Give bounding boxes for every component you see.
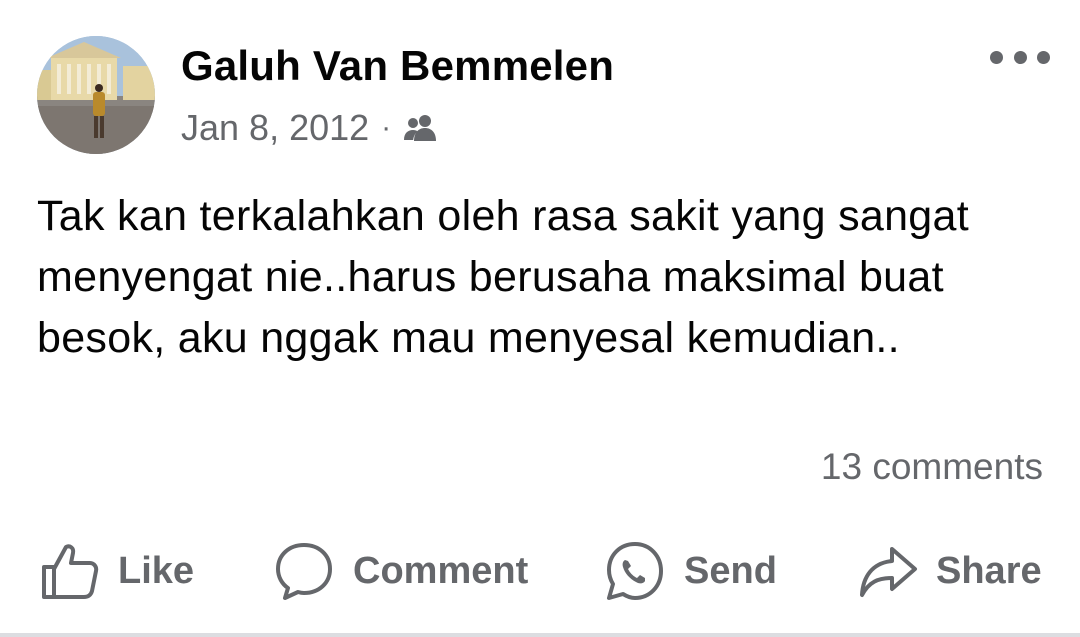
meta-separator: · — [381, 111, 392, 144]
send-label: Send — [684, 549, 777, 592]
action-bar: Like Comment Send Share — [0, 534, 1080, 608]
more-dot — [990, 50, 1003, 64]
like-button[interactable]: Like — [40, 534, 194, 608]
avatar[interactable] — [37, 36, 155, 154]
more-options-icon[interactable] — [990, 46, 1050, 68]
comments-count[interactable]: 13 comments — [821, 446, 1043, 488]
post-meta: Jan 8, 2012 · — [181, 106, 439, 150]
more-dot — [1037, 50, 1050, 64]
more-dot — [1013, 50, 1027, 64]
post-card: Galuh Van Bemmelen Jan 8, 2012 · Tak kan… — [0, 0, 1080, 637]
post-text: Tak kan terkalahkan oleh rasa sakit yang… — [37, 192, 969, 362]
comment-label: Comment — [353, 549, 529, 592]
avatar-photo — [37, 36, 155, 154]
share-button[interactable]: Share — [858, 534, 1042, 608]
share-label: Share — [936, 549, 1042, 592]
comment-button[interactable]: Comment — [273, 534, 528, 608]
share-arrow-icon — [860, 547, 917, 597]
whatsapp-icon — [607, 542, 663, 600]
divider — [0, 633, 1080, 637]
like-label: Like — [118, 549, 195, 592]
comment-bubble-icon — [276, 543, 332, 600]
author-name[interactable]: Galuh Van Bemmelen — [181, 42, 614, 90]
friends-icon[interactable] — [403, 113, 439, 143]
post-date[interactable]: Jan 8, 2012 — [181, 107, 369, 149]
send-button[interactable]: Send — [604, 534, 777, 608]
thumbs-up-icon — [42, 544, 99, 599]
